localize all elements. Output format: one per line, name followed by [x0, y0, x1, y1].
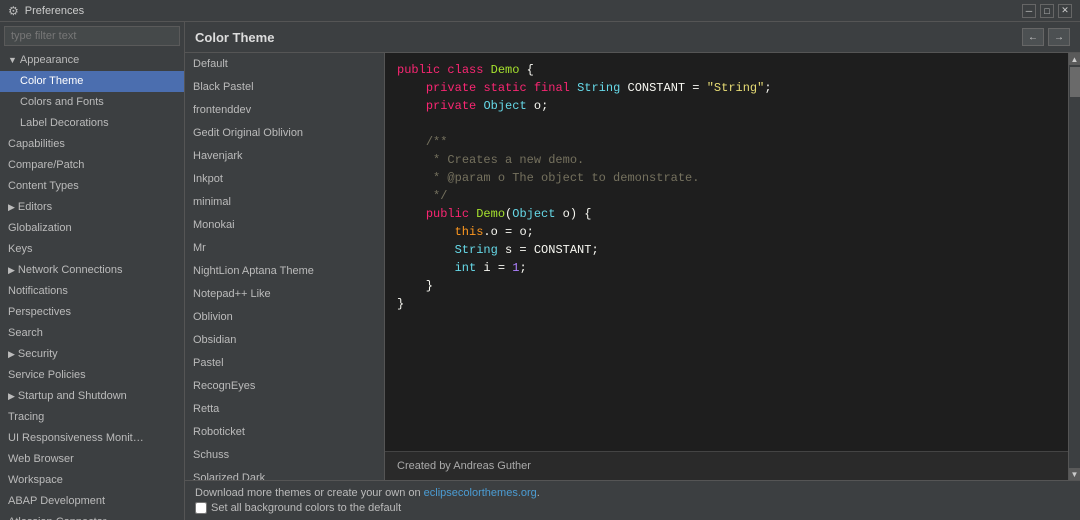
code-line-13: }	[397, 277, 1056, 295]
scroll-up-arrow[interactable]: ▲	[1069, 53, 1080, 65]
expand-arrow-editors: ▶	[8, 199, 15, 216]
theme-item-roboticket[interactable]: Roboticket	[185, 421, 384, 444]
back-button[interactable]: ←	[1022, 28, 1044, 46]
expand-arrow-security: ▶	[8, 346, 15, 363]
theme-item-nightlion[interactable]: NightLion Aptana Theme	[185, 260, 384, 283]
footer-period: .	[537, 487, 540, 499]
sidebar-item-ui-responsiveness[interactable]: UI Responsiveness Monit…	[0, 428, 184, 449]
code-line-11: String s = CONSTANT;	[397, 241, 1056, 259]
code-line-10: this.o = o;	[397, 223, 1056, 241]
theme-item-pastel[interactable]: Pastel	[185, 352, 384, 375]
titlebar-controls: ─ □ ✕	[1022, 4, 1072, 18]
code-line-3: private Object o;	[397, 97, 1056, 115]
sidebar-item-perspectives[interactable]: Perspectives	[0, 302, 184, 323]
theme-item-minimal[interactable]: minimal	[185, 191, 384, 214]
sidebar-item-colors-fonts[interactable]: Colors and Fonts	[0, 92, 184, 113]
sidebar: ▼Appearance Color Theme Colors and Fonts…	[0, 22, 185, 520]
sidebar-item-editors[interactable]: ▶Editors	[0, 197, 184, 218]
tree-container: ▼Appearance Color Theme Colors and Fonts…	[0, 50, 184, 520]
footer-checkbox-row: Set all background colors to the default	[195, 502, 1070, 514]
code-preview: public class Demo { private static final…	[385, 53, 1068, 451]
theme-item-schuss[interactable]: Schuss	[185, 444, 384, 467]
sidebar-item-appearance[interactable]: ▼Appearance	[0, 50, 184, 71]
theme-item-default[interactable]: Default	[185, 53, 384, 76]
scroll-down-arrow[interactable]: ▼	[1069, 468, 1080, 480]
right-panel: Color Theme ← → Default Black Pastel fro…	[185, 22, 1080, 520]
forward-button[interactable]: →	[1048, 28, 1070, 46]
sidebar-item-service-policies[interactable]: Service Policies	[0, 365, 184, 386]
expand-arrow-startup: ▶	[8, 388, 15, 405]
theme-list: Default Black Pastel frontenddev Gedit O…	[185, 53, 385, 480]
sidebar-item-capabilities[interactable]: Capabilities	[0, 134, 184, 155]
theme-item-black-pastel[interactable]: Black Pastel	[185, 76, 384, 99]
code-line-4	[397, 115, 1056, 133]
sidebar-item-keys[interactable]: Keys	[0, 239, 184, 260]
footer-download-text: Download more themes or create your own …	[195, 487, 424, 499]
footer-link[interactable]: eclipsecolorthemes.org	[424, 487, 537, 499]
expand-arrow-appearance: ▼	[8, 52, 17, 69]
code-line-9: public Demo(Object o) {	[397, 205, 1056, 223]
sidebar-item-globalization[interactable]: Globalization	[0, 218, 184, 239]
sidebar-item-abap-dev[interactable]: ABAP Development	[0, 491, 184, 512]
right-scrollbar[interactable]: ▲ ▼	[1068, 53, 1080, 480]
sidebar-item-notifications[interactable]: Notifications	[0, 281, 184, 302]
theme-item-frontenddev[interactable]: frontenddev	[185, 99, 384, 122]
window-title: Preferences	[25, 5, 84, 17]
theme-item-retta[interactable]: Retta	[185, 398, 384, 421]
code-line-5: /**	[397, 133, 1056, 151]
main-container: ▼Appearance Color Theme Colors and Fonts…	[0, 22, 1080, 520]
theme-item-obsidian[interactable]: Obsidian	[185, 329, 384, 352]
theme-item-recogneyes[interactable]: RecognEyes	[185, 375, 384, 398]
titlebar: ⚙ Preferences ─ □ ✕	[0, 0, 1080, 22]
code-line-14: }	[397, 295, 1056, 313]
sidebar-item-web-browser[interactable]: Web Browser	[0, 449, 184, 470]
theme-item-inkpot[interactable]: Inkpot	[185, 168, 384, 191]
sidebar-item-workspace[interactable]: Workspace	[0, 470, 184, 491]
content-area: Default Black Pastel frontenddev Gedit O…	[185, 53, 1080, 480]
sidebar-item-color-theme[interactable]: Color Theme	[0, 71, 184, 92]
theme-item-oblivion[interactable]: Oblivion	[185, 306, 384, 329]
sidebar-item-content-types[interactable]: Content Types	[0, 176, 184, 197]
expand-arrow-network: ▶	[8, 262, 15, 279]
sidebar-item-security[interactable]: ▶Security	[0, 344, 184, 365]
theme-item-solarized-dark[interactable]: Solarized Dark	[185, 467, 384, 480]
titlebar-left: ⚙ Preferences	[8, 4, 84, 18]
theme-item-havenjark[interactable]: Havenjark	[185, 145, 384, 168]
header-buttons: ← →	[1022, 28, 1070, 46]
code-line-12: int i = 1;	[397, 259, 1056, 277]
code-line-8: */	[397, 187, 1056, 205]
panel-header: Color Theme ← →	[185, 22, 1080, 53]
minimize-button[interactable]: ─	[1022, 4, 1036, 18]
sidebar-item-compare-patch[interactable]: Compare/Patch	[0, 155, 184, 176]
code-line-1: public class Demo {	[397, 61, 1056, 79]
bg-default-label: Set all background colors to the default	[211, 502, 401, 514]
panel-title: Color Theme	[195, 30, 274, 45]
footer-download-line: Download more themes or create your own …	[195, 487, 1070, 499]
theme-item-notepadpp[interactable]: Notepad++ Like	[185, 283, 384, 306]
filter-input[interactable]	[4, 26, 180, 46]
code-line-6: * Creates a new demo.	[397, 151, 1056, 169]
theme-item-monokai[interactable]: Monokai	[185, 214, 384, 237]
footer: Download more themes or create your own …	[185, 480, 1080, 520]
theme-item-mr[interactable]: Mr	[185, 237, 384, 260]
app-icon: ⚙	[8, 4, 19, 18]
sidebar-item-search[interactable]: Search	[0, 323, 184, 344]
code-line-7: * @param o The object to demonstrate.	[397, 169, 1056, 187]
bg-default-checkbox[interactable]	[195, 502, 207, 514]
scroll-thumb[interactable]	[1070, 67, 1080, 97]
sidebar-item-label-decorations[interactable]: Label Decorations	[0, 113, 184, 134]
code-line-2: private static final String CONSTANT = "…	[397, 79, 1056, 97]
sidebar-item-network-connections[interactable]: ▶Network Connections	[0, 260, 184, 281]
sidebar-item-atlassian[interactable]: Atlassian Connector	[0, 512, 184, 520]
sidebar-item-tracing[interactable]: Tracing	[0, 407, 184, 428]
sidebar-item-startup-shutdown[interactable]: ▶Startup and Shutdown	[0, 386, 184, 407]
credit-text: Created by Andreas Guther	[397, 460, 531, 472]
restore-button[interactable]: □	[1040, 4, 1054, 18]
theme-item-gedit[interactable]: Gedit Original Oblivion	[185, 122, 384, 145]
credit-line: Created by Andreas Guther	[385, 451, 1068, 480]
preview-area: public class Demo { private static final…	[385, 53, 1068, 480]
close-button[interactable]: ✕	[1058, 4, 1072, 18]
